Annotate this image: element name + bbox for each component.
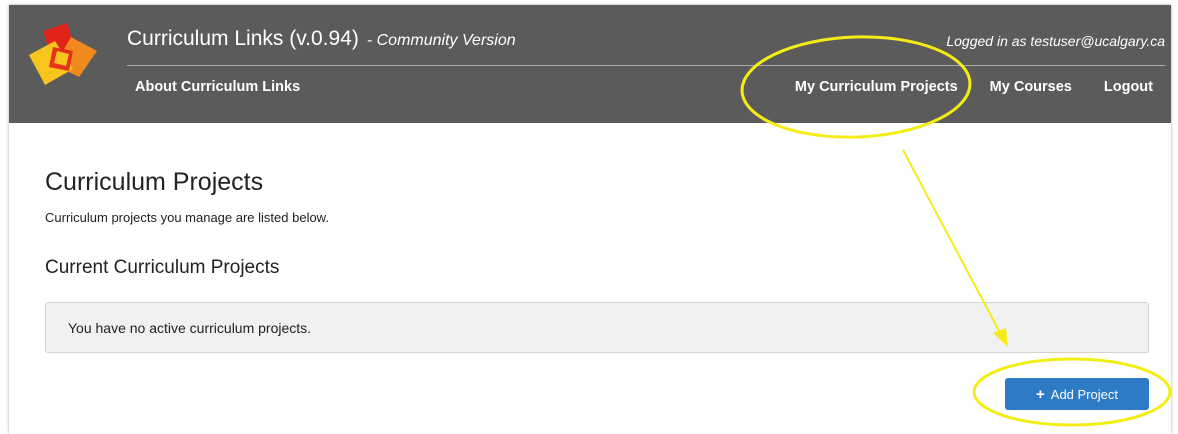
add-project-button[interactable]: + Add Project (1005, 378, 1149, 410)
section-title: Current Curriculum Projects (45, 257, 280, 278)
login-status: Logged in as testuser@ucalgary.ca (946, 33, 1165, 49)
page-intro: Curriculum projects you manage are liste… (45, 210, 329, 225)
curriculum-links-logo-icon (29, 23, 97, 85)
empty-projects-panel: You have no active curriculum projects. (45, 302, 1149, 353)
header-divider (127, 65, 1165, 66)
app-header: Curriculum Links (v.0.94) - Community Ver… (9, 5, 1171, 123)
app-version-tag: - Community Version (366, 32, 516, 49)
app-title: Curriculum Links (v.0.94) - Community Ver… (127, 27, 516, 51)
nav-logout[interactable]: Logout (1104, 79, 1153, 95)
empty-projects-message: You have no active curriculum projects. (68, 320, 312, 336)
nav-my-courses[interactable]: My Courses (990, 79, 1072, 95)
nav-about-link[interactable]: About Curriculum Links (135, 79, 300, 95)
main-nav: My Curriculum Projects My Courses Logout (795, 79, 1153, 95)
app-title-text: Curriculum Links (v.0.94) (127, 27, 359, 50)
plus-icon: + (1036, 385, 1045, 403)
nav-my-curriculum-projects[interactable]: My Curriculum Projects (795, 79, 958, 95)
app-window: Curriculum Links (v.0.94) - Community Ver… (9, 5, 1171, 434)
page-title: Curriculum Projects (45, 168, 264, 196)
add-project-label: Add Project (1050, 386, 1118, 402)
